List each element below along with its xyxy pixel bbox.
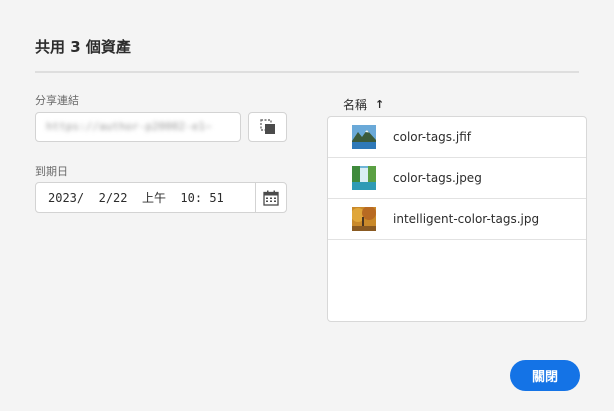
close-button[interactable]: 關閉 bbox=[510, 360, 580, 391]
expiry-ampm[interactable]: 上午 bbox=[142, 191, 166, 205]
expiry-date-value[interactable]: 2023/ 2/22 上午 10: 51 bbox=[36, 189, 255, 206]
file-name: color-tags.jpeg bbox=[393, 171, 482, 185]
mountain-lake-thumbnail bbox=[352, 125, 376, 149]
file-name: intelligent-color-tags.jpg bbox=[393, 212, 540, 226]
sort-ascending-icon: ↑ bbox=[375, 98, 385, 111]
copy-icon bbox=[259, 119, 275, 134]
title-divider bbox=[35, 71, 579, 73]
expiry-minute[interactable]: 51 bbox=[209, 191, 223, 205]
autumn-trees-thumbnail bbox=[352, 207, 376, 231]
name-sort-header[interactable]: 名稱 ↑ bbox=[343, 96, 384, 113]
copy-link-button[interactable] bbox=[248, 112, 287, 142]
expiry-day[interactable]: 22 bbox=[113, 191, 127, 205]
share-link-label: 分享連結 bbox=[35, 94, 79, 107]
dialog-title: 共用 3 個資產 bbox=[35, 38, 131, 56]
asset-list: color-tags.jfif color-tags.jpeg intellig… bbox=[327, 116, 587, 322]
expiry-date-field[interactable]: 2023/ 2/22 上午 10: 51 bbox=[35, 182, 287, 213]
expiry-hour[interactable]: 10 bbox=[180, 191, 194, 205]
share-link-input[interactable]: https://author-p20002-e1~ bbox=[35, 112, 241, 142]
expiry-month[interactable]: 2 bbox=[91, 191, 106, 205]
list-item[interactable]: intelligent-color-tags.jpg bbox=[328, 199, 586, 240]
name-column-label: 名稱 bbox=[343, 98, 368, 112]
calendar-button[interactable] bbox=[255, 183, 286, 212]
expiry-year[interactable]: 2023 bbox=[48, 191, 77, 205]
waterfall-thumbnail bbox=[352, 166, 376, 190]
list-item[interactable]: color-tags.jfif bbox=[328, 117, 586, 158]
file-name: color-tags.jfif bbox=[393, 130, 471, 144]
calendar-icon bbox=[263, 190, 279, 206]
expiry-date-label: 到期日 bbox=[35, 165, 68, 178]
list-item[interactable]: color-tags.jpeg bbox=[328, 158, 586, 199]
share-link-value: https://author-p20002-e1~ bbox=[46, 120, 212, 133]
